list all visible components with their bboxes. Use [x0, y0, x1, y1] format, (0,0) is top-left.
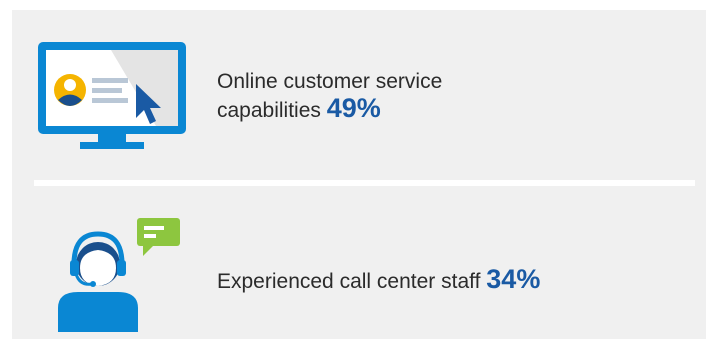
stat-label-call-center: Experienced call center staff 34% [217, 266, 687, 295]
stat-label-online-service: Online customer service capabilities 49% [217, 68, 537, 124]
row-divider [34, 180, 695, 186]
call-center-agent-icon [40, 212, 190, 332]
stat-value: 49% [326, 93, 381, 123]
stat-value: 34% [486, 264, 541, 294]
stat-row-call-center: Experienced call center staff 34% [12, 188, 706, 339]
label-text: Experienced call center staff [217, 270, 481, 293]
infographic-card: Online customer service capabilities 49% [12, 10, 706, 339]
stat-row-online-service: Online customer service capabilities 49% [12, 10, 706, 180]
monitor-cursor-icon [36, 40, 186, 155]
